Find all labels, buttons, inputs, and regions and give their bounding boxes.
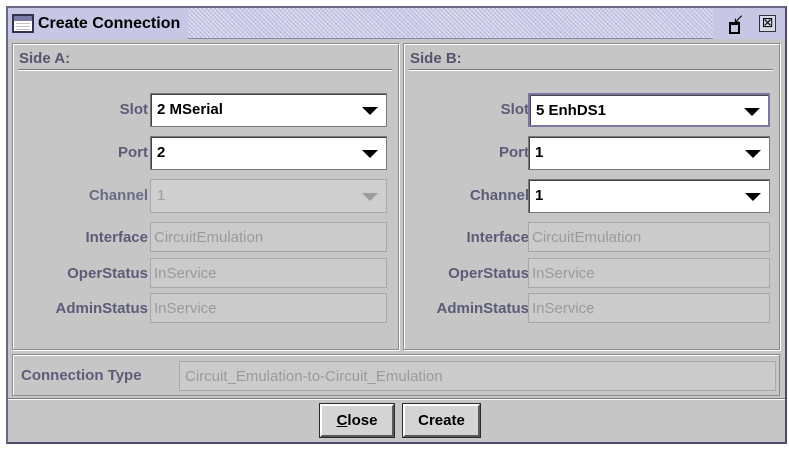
close-button-mnemonic: C	[336, 412, 348, 429]
side-a-operstatus-value: InService	[154, 265, 217, 282]
close-window-icon[interactable]: ⊠	[759, 15, 776, 32]
side-b-channel-select[interactable]: 1	[528, 179, 770, 213]
title-controls: ⊠	[713, 8, 785, 39]
sides-container: Side A: Slot 2 MSerial Port 2 Channel 1 …	[12, 43, 780, 350]
side-a-operstatus-label: OperStatus	[67, 265, 148, 282]
side-a-interface-field: CircuitEmulation	[150, 222, 387, 252]
side-b-channel-value: 1	[535, 187, 544, 204]
side-b-operstatus-field: InService	[528, 258, 770, 288]
side-b-port-select[interactable]: 1	[528, 136, 770, 170]
connection-type-value: Circuit_Emulation-to-Circuit_Emulation	[185, 368, 443, 385]
side-b-interface-label: Interface	[466, 229, 529, 246]
side-b-separator	[409, 69, 773, 71]
dialog-window: Create Connection ⊠ Side A: Slot 2 MSeri…	[6, 6, 787, 444]
side-b-operstatus-value: InService	[532, 265, 595, 282]
side-b-adminstatus-value: InService	[532, 300, 595, 317]
side-b-slot-label: Slot	[500, 101, 529, 118]
side-a-channel-select: 1	[150, 179, 387, 213]
button-bar-separator	[8, 398, 785, 400]
chevron-down-icon	[745, 150, 761, 158]
side-b-slot-value: 5 EnhDS1	[536, 102, 607, 119]
side-b-adminstatus-label: AdminStatus	[436, 300, 529, 317]
side-b-operstatus-label: OperStatus	[448, 265, 529, 282]
side-a-separator	[18, 69, 392, 71]
side-a-operstatus-field: InService	[150, 258, 387, 288]
side-b-panel: Side B: Slot 5 EnhDS1 Port 1 Channel 1 I…	[403, 43, 780, 350]
close-button[interactable]: Close	[319, 403, 395, 438]
create-button[interactable]: Create	[402, 403, 481, 438]
side-a-slot-select[interactable]: 2 MSerial	[150, 93, 387, 127]
window-app-icon	[12, 14, 34, 33]
connection-type-row: Connection Type Circuit_Emulation-to-Cir…	[12, 354, 780, 396]
side-a-title: Side A:	[19, 50, 71, 67]
side-a-port-select[interactable]: 2	[150, 136, 387, 170]
chevron-down-icon	[745, 193, 761, 201]
side-b-port-label: Port	[499, 144, 529, 161]
close-button-label: lose	[347, 412, 378, 429]
side-b-channel-label: Channel	[469, 187, 529, 204]
window-title: Create Connection	[38, 14, 181, 32]
side-a-panel: Side A: Slot 2 MSerial Port 2 Channel 1 …	[12, 43, 399, 350]
side-b-interface-field: CircuitEmulation	[528, 222, 770, 252]
side-a-interface-value: CircuitEmulation	[154, 229, 264, 246]
chevron-down-icon	[362, 107, 378, 115]
side-b-slot-select[interactable]: 5 EnhDS1	[528, 93, 770, 127]
side-a-adminstatus-value: InService	[154, 300, 217, 317]
side-a-channel-value: 1	[157, 187, 166, 204]
side-a-adminstatus-label: AdminStatus	[55, 300, 148, 317]
side-a-channel-label: Channel	[88, 187, 148, 204]
side-a-slot-value: 2 MSerial	[157, 101, 223, 118]
side-b-port-value: 1	[535, 144, 544, 161]
side-b-title: Side B:	[410, 50, 462, 67]
chevron-down-icon	[744, 108, 760, 116]
side-a-slot-label: Slot	[119, 101, 148, 118]
title-bar[interactable]: Create Connection ⊠	[8, 8, 785, 39]
connection-type-label: Connection Type	[21, 367, 142, 384]
side-a-port-value: 2	[157, 144, 166, 161]
side-a-port-label: Port	[118, 144, 148, 161]
title-area: Create Connection	[8, 8, 189, 39]
connection-type-field: Circuit_Emulation-to-Circuit_Emulation	[179, 361, 776, 391]
side-b-interface-value: CircuitEmulation	[532, 229, 642, 246]
side-a-interface-label: Interface	[85, 229, 148, 246]
side-b-adminstatus-field: InService	[528, 293, 770, 323]
restore-icon[interactable]	[727, 12, 744, 34]
chevron-down-icon	[362, 193, 378, 201]
chevron-down-icon	[362, 150, 378, 158]
create-button-label: Create	[418, 412, 465, 429]
side-a-adminstatus-field: InService	[150, 293, 387, 323]
